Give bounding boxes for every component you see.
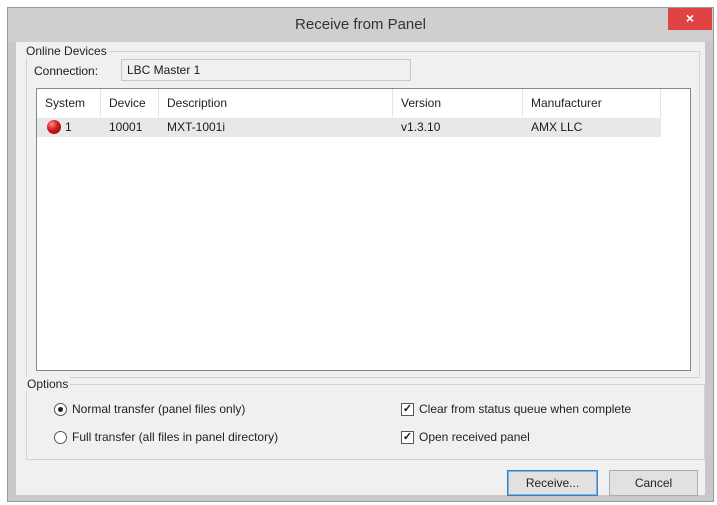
clear-from-queue-checkbox[interactable]: ✓ [401,403,414,416]
open-received-panel-checkbox[interactable]: ✓ [401,431,414,444]
connection-field: LBC Master 1 [121,59,411,81]
column-header-system[interactable]: System [37,89,101,117]
list-header: System Device Description Version Manufa… [37,89,690,117]
column-header-manufacturer[interactable]: Manufacturer [523,89,661,117]
connection-label: Connection: [34,64,99,78]
normal-transfer-label[interactable]: Normal transfer (panel files only) [72,402,245,416]
checkmark-icon: ✓ [402,403,413,415]
options-group [26,384,705,460]
cancel-button[interactable]: Cancel [609,470,698,496]
cell-description: MXT-1001i [167,120,226,134]
device-list[interactable]: System Device Description Version Manufa… [36,88,691,371]
open-received-panel-label[interactable]: Open received panel [419,430,530,444]
column-header-device[interactable]: Device [101,89,159,117]
device-row[interactable]: 1 10001 MXT-1001i v1.3.10 AMX LLC [37,118,661,137]
options-label: Options [25,377,71,391]
receive-button[interactable]: Receive... [507,470,598,496]
red-status-icon [47,120,61,134]
full-transfer-label[interactable]: Full transfer (all files in panel direct… [72,430,278,444]
column-header-version[interactable]: Version [393,89,523,117]
title-bar[interactable]: Receive from Panel × [8,8,713,42]
full-transfer-radio[interactable] [54,431,67,444]
cell-device: 10001 [109,120,143,134]
column-header-description[interactable]: Description [159,89,393,117]
online-devices-label: Online Devices [24,44,109,58]
cell-system: 1 [65,120,72,134]
checkmark-icon: ✓ [402,431,413,443]
connection-value: LBC Master 1 [127,63,201,77]
normal-transfer-radio[interactable] [54,403,67,416]
receive-from-panel-dialog: Receive from Panel × Online Devices Conn… [7,7,714,502]
close-icon: × [685,10,695,26]
window-title: Receive from Panel [295,16,426,33]
clear-from-queue-label[interactable]: Clear from status queue when complete [419,402,631,416]
cell-version: v1.3.10 [401,120,441,134]
cell-manufacturer: AMX LLC [531,120,583,134]
close-button[interactable]: × [668,8,712,30]
